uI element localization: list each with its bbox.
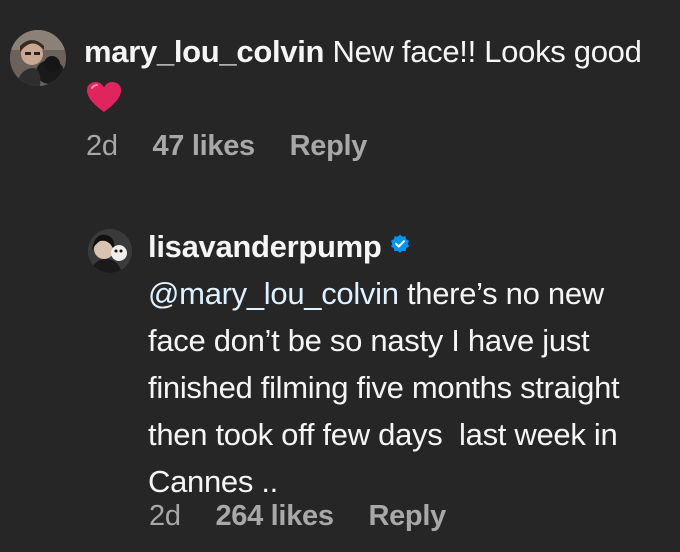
- comment-meta: 2d 47 likes Reply: [86, 130, 394, 163]
- avatar-photo-icon: [88, 229, 132, 273]
- comment-likes-count[interactable]: 47 likes: [152, 130, 255, 162]
- comment-time: 2d: [149, 500, 181, 532]
- verified-badge-icon: [390, 234, 409, 253]
- comment-mary-lou-colvin: mary_lou_colvin New face!! Looks good 2d…: [0, 0, 680, 200]
- comment-text: New face!! Looks good: [332, 34, 642, 69]
- reply-button[interactable]: Reply: [290, 130, 368, 162]
- avatar[interactable]: [88, 229, 132, 273]
- comment-likes-count[interactable]: 264 likes: [215, 500, 334, 532]
- avatar-photo-icon: [10, 30, 66, 86]
- red-heart-icon: [87, 82, 121, 112]
- comment-username[interactable]: mary_lou_colvin: [84, 34, 324, 69]
- comment-username[interactable]: lisavanderpump: [148, 229, 382, 264]
- comment-time: 2d: [86, 130, 118, 162]
- mention-link[interactable]: @mary_lou_colvin: [148, 276, 399, 311]
- reply-button[interactable]: Reply: [368, 500, 446, 532]
- comment-lisavanderpump: lisavanderpump @mary_lou_colvin there’s …: [0, 205, 680, 552]
- comment-body: lisavanderpump @mary_lou_colvin there’s …: [148, 223, 668, 505]
- comment-body: mary_lou_colvin New face!! Looks good: [84, 28, 664, 122]
- avatar[interactable]: [10, 30, 66, 86]
- comment-meta: 2d 264 likes Reply: [149, 500, 473, 533]
